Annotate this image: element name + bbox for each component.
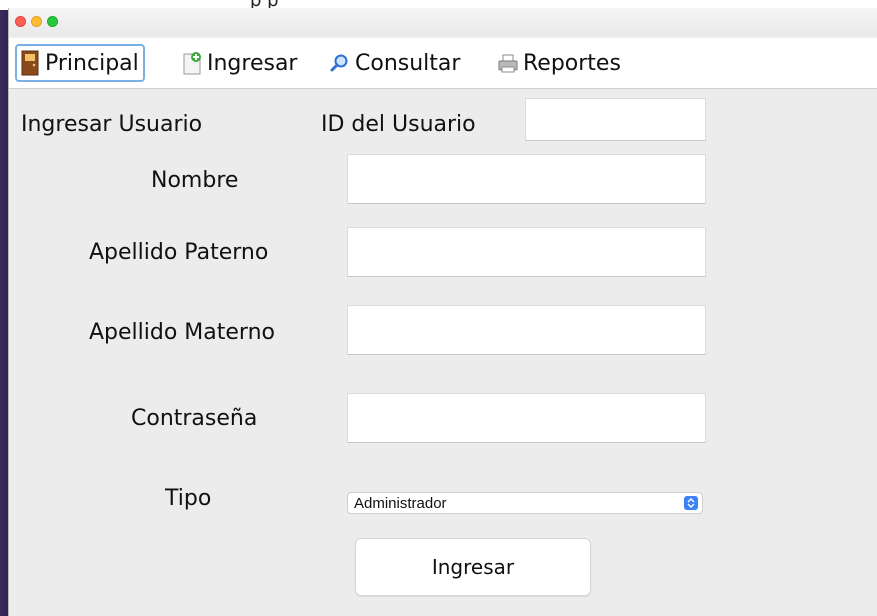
- menu-bar: Principal Ingresar Consultar Reportes: [9, 38, 877, 89]
- minimize-window-button[interactable]: [31, 16, 42, 27]
- zoom-window-button[interactable]: [47, 16, 58, 27]
- tipo-label: Tipo: [165, 486, 212, 511]
- title-bar: [9, 8, 877, 36]
- tipo-select[interactable]: Administrador: [347, 492, 703, 514]
- updown-chevron-icon: [684, 496, 698, 510]
- nombre-label: Nombre: [151, 168, 239, 193]
- contrasena-input[interactable]: [347, 393, 706, 443]
- app-window: Principal Ingresar Consultar Reportes In…: [8, 8, 877, 616]
- magnifier-icon: [330, 54, 348, 72]
- menu-ingresar[interactable]: Ingresar: [181, 44, 297, 82]
- id-usuario-label: ID del Usuario: [321, 112, 476, 137]
- contrasena-label: Contraseña: [131, 406, 258, 431]
- add-document-icon: [183, 52, 201, 75]
- menu-consultar-label: Consultar: [355, 50, 461, 76]
- menu-principal-label: Principal: [45, 50, 139, 76]
- nombre-input[interactable]: [347, 154, 706, 204]
- close-window-button[interactable]: [15, 16, 26, 27]
- ingresar-submit-button[interactable]: Ingresar: [355, 538, 591, 596]
- ingresar-submit-label: Ingresar: [431, 555, 515, 579]
- menu-consultar[interactable]: Consultar: [329, 44, 460, 82]
- printer-icon: [498, 54, 518, 73]
- apellido-materno-input[interactable]: [347, 305, 706, 355]
- door-icon: [21, 50, 39, 76]
- menu-principal[interactable]: Principal: [15, 44, 145, 82]
- id-usuario-input[interactable]: [525, 98, 706, 141]
- apellido-paterno-input[interactable]: [347, 227, 706, 277]
- menu-reportes-label: Reportes: [523, 50, 621, 76]
- form-heading: Ingresar Usuario: [21, 112, 203, 137]
- menu-reportes[interactable]: Reportes: [497, 44, 621, 82]
- apellido-materno-label: Apellido Materno: [89, 320, 275, 345]
- menu-ingresar-label: Ingresar: [207, 50, 298, 76]
- apellido-paterno-label: Apellido Paterno: [89, 240, 269, 265]
- tipo-select-value: Administrador: [354, 494, 447, 512]
